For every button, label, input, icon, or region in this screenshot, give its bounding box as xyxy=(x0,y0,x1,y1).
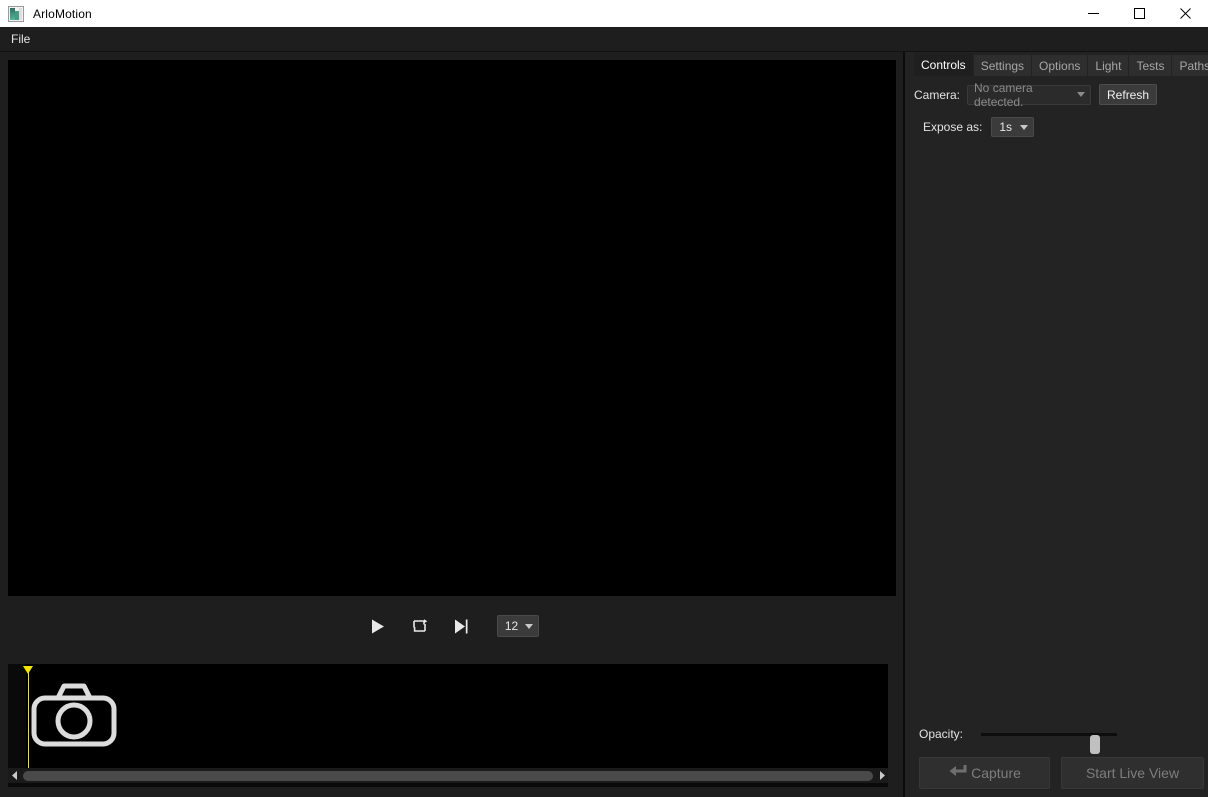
window-title: ArloMotion xyxy=(33,7,92,21)
scroll-left-icon[interactable] xyxy=(8,768,21,783)
opacity-row: Opacity: xyxy=(919,723,1204,745)
tab-options[interactable]: Options xyxy=(1032,55,1088,76)
chevron-down-icon xyxy=(1020,125,1028,130)
application-window: ArloMotion File xyxy=(0,0,1208,797)
opacity-label: Opacity: xyxy=(919,727,963,741)
tab-light-label: Light xyxy=(1095,59,1121,73)
tab-tests[interactable]: Tests xyxy=(1129,55,1172,76)
close-button[interactable] xyxy=(1162,0,1208,27)
camera-label: Camera: xyxy=(914,88,960,102)
tab-controls-label: Controls xyxy=(921,58,966,72)
expose-row: Expose as: 1s xyxy=(923,117,1034,137)
loop-icon xyxy=(411,618,428,634)
start-live-view-label: Start Live View xyxy=(1086,765,1179,781)
refresh-button[interactable]: Refresh xyxy=(1099,84,1157,105)
frame-rate-value: 12 xyxy=(505,619,518,633)
maximize-button[interactable] xyxy=(1116,0,1162,27)
camera-select[interactable]: No camera detected. xyxy=(967,85,1091,105)
capture-button-label: Capture xyxy=(971,765,1021,781)
step-forward-icon xyxy=(454,619,469,634)
tab-settings[interactable]: Settings xyxy=(974,55,1032,76)
tab-paths-label: Paths xyxy=(1179,59,1208,73)
camera-icon xyxy=(30,682,118,753)
camera-row: Camera: No camera detected. Refresh xyxy=(914,84,1157,105)
camera-select-value: No camera detected. xyxy=(974,81,1077,109)
scroll-right-icon[interactable] xyxy=(875,768,888,783)
scrollbar-thumb[interactable] xyxy=(23,771,873,781)
expose-label: Expose as: xyxy=(923,120,982,134)
timeline-playhead-handle[interactable] xyxy=(23,666,33,674)
loop-button[interactable] xyxy=(407,614,433,638)
start-live-view-button[interactable]: Start Live View xyxy=(1061,757,1204,789)
tab-paths[interactable]: Paths xyxy=(1172,55,1208,76)
opacity-slider[interactable] xyxy=(981,733,1117,736)
play-button[interactable] xyxy=(365,614,391,638)
step-forward-button[interactable] xyxy=(449,614,475,638)
panel-actions: Capture Start Live View xyxy=(919,757,1204,789)
timeline-track[interactable] xyxy=(26,664,888,769)
tab-settings-label: Settings xyxy=(981,59,1024,73)
expose-select[interactable]: 1s xyxy=(991,117,1034,137)
tab-controls[interactable]: Controls xyxy=(914,53,974,76)
menu-item-file[interactable]: File xyxy=(3,29,38,49)
return-arrow-icon xyxy=(948,763,968,784)
expose-select-value: 1s xyxy=(999,120,1012,134)
tab-options-label: Options xyxy=(1039,59,1080,73)
timeline-playhead[interactable] xyxy=(28,667,29,769)
window-controls xyxy=(1070,0,1208,27)
opacity-slider-handle[interactable] xyxy=(1090,735,1100,754)
preview-viewer[interactable] xyxy=(8,60,896,596)
tab-tests-label: Tests xyxy=(1136,59,1164,73)
chevron-down-icon xyxy=(525,624,533,629)
frame-rate-select[interactable]: 12 xyxy=(497,615,539,637)
play-icon xyxy=(371,619,385,634)
capture-button[interactable]: Capture xyxy=(919,757,1050,789)
app-icon xyxy=(8,6,24,22)
panel-tabs: Controls Settings Options Light Tests Pa… xyxy=(914,52,1208,76)
title-bar: ArloMotion xyxy=(0,0,1208,27)
refresh-button-label: Refresh xyxy=(1107,88,1149,102)
right-panel: Controls Settings Options Light Tests Pa… xyxy=(905,52,1208,797)
timeline-scrollbar[interactable] xyxy=(8,768,888,783)
menu-bar: File xyxy=(0,27,1208,52)
minimize-button[interactable] xyxy=(1070,0,1116,27)
playback-controls: 12 xyxy=(8,600,896,652)
tab-light[interactable]: Light xyxy=(1088,55,1129,76)
chevron-down-icon xyxy=(1077,92,1085,97)
